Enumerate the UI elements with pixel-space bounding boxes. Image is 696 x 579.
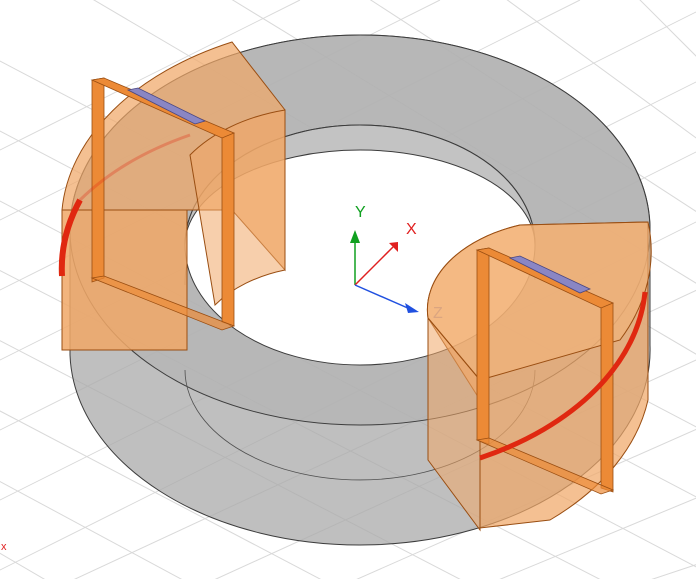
coil-right-frame-post-2 [600, 299, 614, 493]
axis-x-label: X [406, 221, 417, 238]
coil-left-front-face [61, 209, 188, 351]
coil-right-frame-post-1 [476, 247, 490, 445]
3d-modeler-viewport[interactable]: Y X Z x [0, 0, 696, 579]
axis-y-label: Y [355, 204, 366, 221]
coil-right[interactable] [426, 221, 652, 532]
coil-left-frame-post-2 [221, 129, 235, 327]
corner-axis-x-label: x [1, 541, 7, 553]
